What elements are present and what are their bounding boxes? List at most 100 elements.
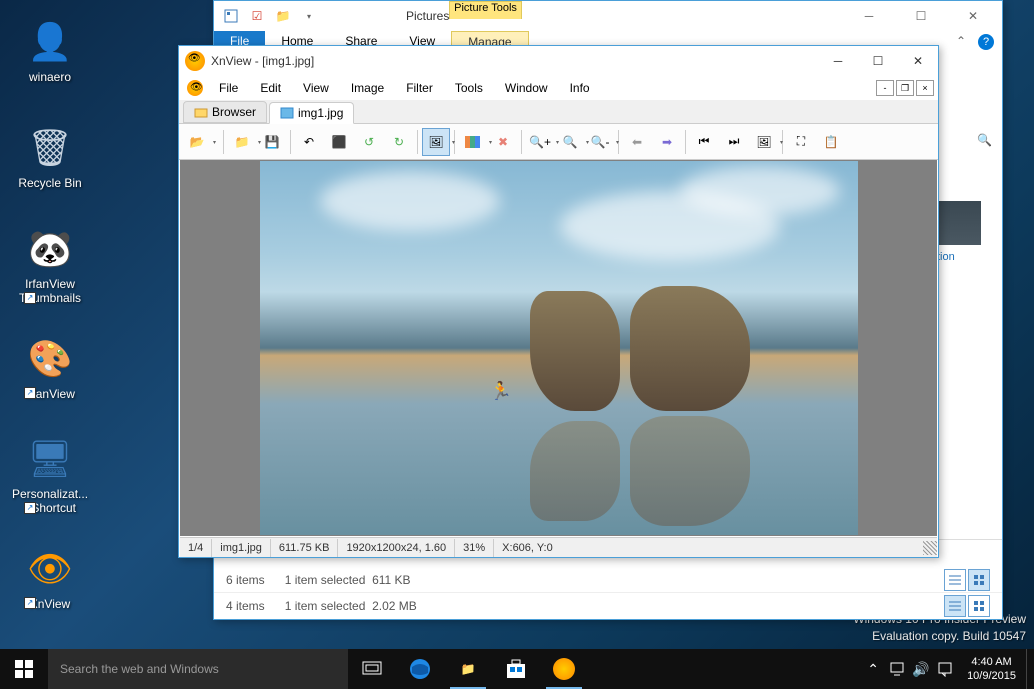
- menu-window[interactable]: Window: [495, 79, 558, 97]
- next-button[interactable]: ➡: [653, 128, 681, 156]
- close-button[interactable]: ✕: [898, 48, 938, 74]
- first-page-button[interactable]: ⏮: [690, 128, 718, 156]
- explorer-preview-pane: tion: [937, 61, 992, 534]
- qat-check-icon[interactable]: ☑: [246, 5, 268, 27]
- desktop-icon-winaero[interactable]: 👤winaero: [12, 18, 88, 84]
- mdi-close-button[interactable]: ×: [916, 80, 934, 96]
- menu-info[interactable]: Info: [560, 79, 600, 97]
- truncated-text: tion: [937, 251, 992, 263]
- taskbar-store-icon[interactable]: [492, 649, 540, 689]
- desktop-icon-personalizat-shortcut[interactable]: 🖥↗Personalizat... - Shortcut: [12, 435, 88, 516]
- status-dimensions: 1920x1200x24, 1.60: [338, 539, 455, 557]
- minimize-button[interactable]: ─: [818, 48, 858, 74]
- fullscreen-button[interactable]: ⛶: [787, 128, 815, 156]
- status-zoom: 31%: [455, 539, 494, 557]
- qat-properties-icon[interactable]: [220, 5, 242, 27]
- qat-folder-icon[interactable]: 📁: [272, 5, 294, 27]
- start-button[interactable]: [0, 649, 48, 689]
- menu-view[interactable]: View: [293, 79, 339, 97]
- xnview-icon: [187, 80, 203, 96]
- xnview-statusbar: 1/4 img1.jpg 611.75 KB 1920x1200x24, 1.6…: [180, 537, 937, 557]
- taskbar-xnview-icon[interactable]: [540, 649, 588, 689]
- rotate-left-button[interactable]: ↺: [355, 128, 383, 156]
- qat-dropdown-icon[interactable]: ▾: [298, 5, 320, 27]
- system-tray: ⌃ 🔊 4:40 AM 10/9/2015: [861, 649, 1034, 689]
- task-view-button[interactable]: [348, 649, 396, 689]
- xnview-titlebar[interactable]: XnView - [img1.jpg] ─ ☐ ✕: [179, 46, 938, 76]
- crop-button[interactable]: ⬛: [325, 128, 353, 156]
- tab-image[interactable]: img1.jpg: [269, 102, 354, 124]
- xnview-toolbar: 📂 📁 💾 ↶ ⬛ ↺ ↻ 🖼 ✖ 🔍+ 🔍 🔍- ⬅ ➡ ⏮ ⏭ 🖼 ⛶ 📋: [179, 124, 938, 160]
- menu-edit[interactable]: Edit: [250, 79, 291, 97]
- undo-button[interactable]: ↶: [295, 128, 323, 156]
- zoom-out-button[interactable]: 🔍-: [586, 128, 614, 156]
- taskbar[interactable]: Search the web and Windows 📁 ⌃ 🔊 4:40 AM…: [0, 649, 1034, 689]
- menu-tools[interactable]: Tools: [445, 79, 493, 97]
- close-button[interactable]: ✕: [950, 1, 996, 31]
- slideshow-button[interactable]: 🖼: [750, 128, 778, 156]
- menu-file[interactable]: File: [209, 79, 248, 97]
- desktop-icon-recycle-bin[interactable]: 🗑Recycle Bin: [12, 124, 88, 190]
- acquire-button[interactable]: 📋: [817, 128, 845, 156]
- status-selection: 1 item selected 611 KB: [285, 573, 411, 587]
- xnview-menubar: File Edit View Image Filter Tools Window…: [179, 76, 938, 100]
- save-button[interactable]: 💾: [258, 128, 286, 156]
- explorer-title: Pictures: [406, 9, 449, 23]
- tray-volume-icon[interactable]: 🔊: [909, 649, 933, 689]
- folder-icon: [194, 105, 208, 119]
- adjust-button[interactable]: [459, 128, 487, 156]
- xnview-window[interactable]: XnView - [img1.jpg] ─ ☐ ✕ File Edit View…: [178, 45, 939, 558]
- last-page-button[interactable]: ⏭: [720, 128, 748, 156]
- rotate-right-button[interactable]: ↻: [385, 128, 413, 156]
- tray-network-icon[interactable]: [885, 649, 909, 689]
- xnview-tabstrip: Browser img1.jpg: [179, 100, 938, 124]
- open-button[interactable]: 📂: [183, 128, 211, 156]
- explorer-thumbnail[interactable]: [937, 201, 981, 245]
- resize-grip[interactable]: [923, 541, 937, 555]
- status-filename: img1.jpg: [212, 539, 271, 557]
- view-thumbnails-button-2[interactable]: [968, 595, 990, 617]
- image-icon: [280, 106, 294, 120]
- view-thumbnails-button[interactable]: [968, 569, 990, 591]
- displayed-image: [260, 161, 858, 535]
- menu-filter[interactable]: Filter: [396, 79, 443, 97]
- zoom-button[interactable]: 🔍: [556, 128, 584, 156]
- xnview-title: XnView - [img1.jpg]: [211, 54, 818, 68]
- ribbon-collapse-icon[interactable]: ⌃: [948, 31, 974, 53]
- desktop-icon-irfanview-thumbnails[interactable]: 🐼↗IrfanView Thumbnails: [12, 225, 88, 306]
- taskbar-clock[interactable]: 4:40 AM 10/9/2015: [957, 655, 1026, 684]
- mdi-restore-button[interactable]: ❐: [896, 80, 914, 96]
- taskbar-search[interactable]: Search the web and Windows: [48, 649, 348, 689]
- tray-notifications-icon[interactable]: [933, 649, 957, 689]
- zoom-in-button[interactable]: 🔍+: [526, 128, 554, 156]
- maximize-button[interactable]: ☐: [858, 48, 898, 74]
- taskbar-explorer-icon[interactable]: 📁: [444, 649, 492, 689]
- status-selection-2: 1 item selected 2.02 MB: [285, 599, 417, 613]
- minimize-button[interactable]: ─: [846, 1, 892, 31]
- explorer-titlebar[interactable]: ☑ 📁 ▾ Pictures ─ ☐ ✕: [214, 1, 1002, 31]
- tab-label: img1.jpg: [298, 106, 343, 120]
- status-filesize: 611.75 KB: [271, 539, 339, 557]
- tab-label: Browser: [212, 105, 256, 119]
- xnview-app-icon: [185, 51, 205, 71]
- view-details-button[interactable]: [944, 569, 966, 591]
- mdi-minimize-button[interactable]: -: [876, 80, 894, 96]
- taskbar-edge-icon[interactable]: [396, 649, 444, 689]
- red-eye-button[interactable]: ✖: [489, 128, 517, 156]
- status-cursor: X:606, Y:0: [494, 539, 561, 557]
- image-viewport[interactable]: [180, 160, 937, 536]
- desktop-icon-irfanview[interactable]: 🎨↗IrfanView: [12, 335, 88, 401]
- help-icon[interactable]: ?: [978, 34, 994, 50]
- view-details-button-2[interactable]: [944, 595, 966, 617]
- prev-button[interactable]: ⬅: [623, 128, 651, 156]
- browse-button[interactable]: 📁: [228, 128, 256, 156]
- explorer-search-icon[interactable]: 🔍: [942, 133, 992, 147]
- desktop-icon-xnview[interactable]: 👁↗XnView: [12, 545, 88, 611]
- fit-image-button[interactable]: 🖼: [422, 128, 450, 156]
- tab-browser[interactable]: Browser: [183, 101, 267, 123]
- status-item-count-2: 4 items: [226, 599, 265, 613]
- menu-image[interactable]: Image: [341, 79, 394, 97]
- maximize-button[interactable]: ☐: [898, 1, 944, 31]
- show-desktop-button[interactable]: [1026, 649, 1032, 689]
- tray-overflow-icon[interactable]: ⌃: [861, 649, 885, 689]
